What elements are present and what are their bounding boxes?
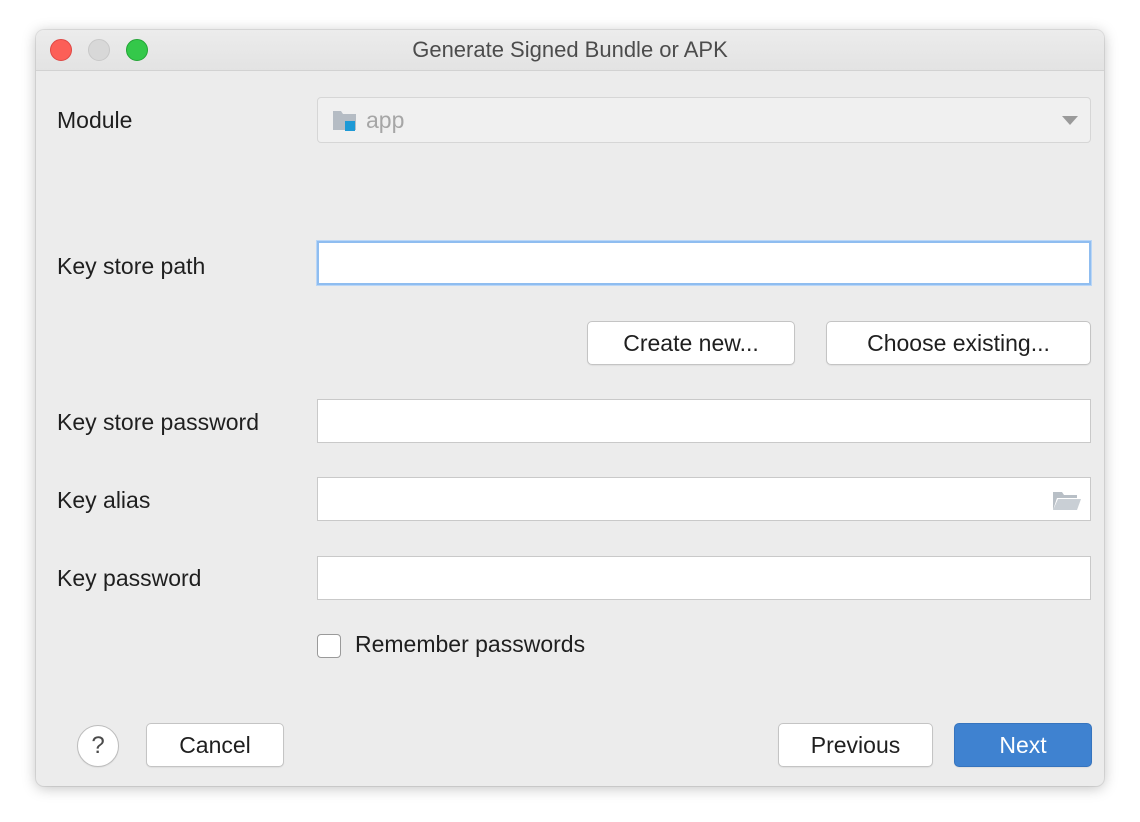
title-bar: Generate Signed Bundle or APK	[36, 30, 1104, 71]
help-button[interactable]: ?	[77, 725, 119, 767]
choose-existing-keystore-button[interactable]: Choose existing...	[826, 321, 1091, 365]
key-alias-input[interactable]	[317, 477, 1091, 521]
previous-button[interactable]: Previous	[778, 723, 933, 767]
key-store-path-input[interactable]	[317, 241, 1091, 285]
window-title: Generate Signed Bundle or APK	[412, 37, 728, 62]
folder-open-icon[interactable]	[1052, 489, 1082, 511]
key-store-path-label: Key store path	[57, 253, 206, 279]
next-button[interactable]: Next	[954, 723, 1092, 767]
key-password-label: Key password	[57, 565, 202, 591]
key-store-password-label: Key store password	[57, 409, 259, 435]
module-select-value: app	[366, 107, 405, 133]
cancel-button[interactable]: Cancel	[146, 723, 284, 767]
chevron-down-icon	[1062, 116, 1078, 125]
key-store-password-input[interactable]	[317, 399, 1091, 443]
module-folder-icon	[333, 111, 356, 131]
generate-signed-bundle-dialog: Generate Signed Bundle or APK Module app…	[36, 30, 1104, 786]
remember-passwords-checkbox[interactable]	[317, 634, 341, 658]
create-new-keystore-button[interactable]: Create new...	[587, 321, 795, 365]
key-alias-label: Key alias	[57, 487, 151, 513]
remember-passwords-label[interactable]: Remember passwords	[355, 631, 585, 658]
module-select[interactable]: app	[317, 97, 1091, 143]
module-label: Module	[57, 107, 133, 133]
key-password-input[interactable]	[317, 556, 1091, 600]
